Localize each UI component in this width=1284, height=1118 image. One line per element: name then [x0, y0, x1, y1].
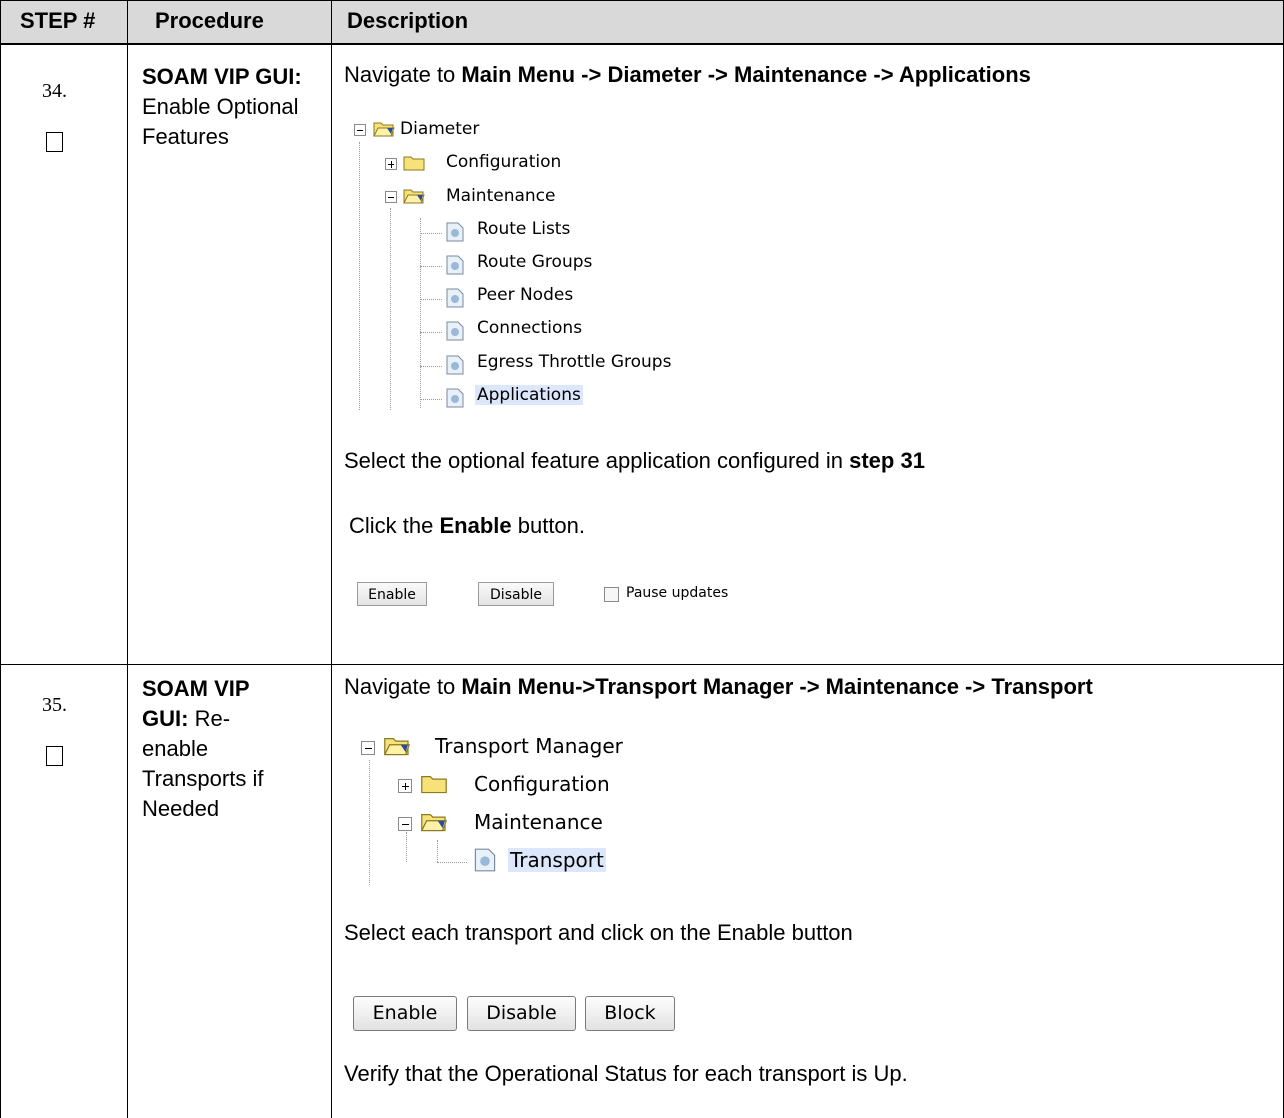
tree-guide — [359, 142, 360, 410]
folder-open-icon — [420, 814, 448, 832]
column-divider-1 — [127, 0, 128, 1118]
procedure-text-2: enable — [142, 736, 209, 761]
disable-button[interactable]: Disable — [467, 996, 576, 1031]
procedure-bold-2: GUI: — [142, 706, 189, 731]
pause-updates-checkbox[interactable] — [604, 587, 619, 602]
select-instruction: Select the optional feature application … — [344, 448, 925, 474]
tree-item-route-lists[interactable]: Route Lists — [477, 219, 570, 239]
tree-node-configuration[interactable]: Configuration — [474, 772, 610, 796]
step-number: 35. — [42, 694, 67, 716]
tree-guide — [420, 218, 421, 408]
pause-updates-label: Pause updates — [626, 585, 729, 601]
tree-node-transport-manager[interactable]: Transport Manager — [435, 734, 623, 758]
procedure-bold: SOAM VIP GUI: — [142, 64, 302, 89]
page-icon — [446, 388, 464, 408]
page-icon — [446, 255, 464, 275]
expand-icon[interactable] — [385, 158, 397, 170]
expand-icon[interactable] — [398, 779, 412, 793]
tree-guide — [420, 233, 442, 234]
page-icon — [446, 288, 464, 308]
click-enable-ref: Enable — [439, 513, 512, 538]
page-icon — [474, 848, 496, 872]
row-divider — [0, 664, 1284, 665]
select-instruction: Select each transport and click on the E… — [344, 920, 853, 945]
click-instruction: Click the Enable button. — [349, 513, 585, 539]
table-border-top — [0, 0, 1284, 1]
enable-button[interactable]: Enable — [353, 996, 457, 1031]
tree-guide — [420, 266, 442, 267]
navigate-prefix: Navigate to — [344, 674, 462, 699]
navigate-path: Main Menu -> Diameter -> Maintenance -> … — [461, 62, 1031, 87]
navigate-prefix: Navigate to — [344, 62, 462, 87]
navigate-instruction: Navigate to Main Menu -> Diameter -> Mai… — [344, 62, 1031, 88]
disable-button[interactable]: Disable — [478, 582, 554, 606]
tree-item-connections[interactable]: Connections — [477, 318, 582, 338]
select-prefix: Select the optional feature application … — [344, 448, 850, 473]
click-suffix: button. — [511, 513, 586, 538]
tree-guide — [406, 832, 407, 862]
procedure-bold: SOAM VIP — [142, 676, 250, 701]
page-icon — [446, 222, 464, 242]
step-checkbox[interactable] — [46, 132, 63, 152]
folder-open-icon — [383, 738, 411, 756]
header-step: STEP # — [20, 8, 96, 33]
header-description: Description — [347, 8, 469, 33]
folder-open-icon — [373, 122, 395, 137]
tree-node-maintenance[interactable]: Maintenance — [446, 186, 555, 206]
folder-closed-icon — [403, 156, 425, 171]
tree-item-applications[interactable]: Applications — [475, 385, 583, 405]
click-prefix: Click the — [349, 513, 440, 538]
select-step-ref: step 31 — [849, 448, 925, 473]
page-icon — [446, 355, 464, 375]
tree-guide — [437, 862, 467, 863]
collapse-icon[interactable] — [361, 741, 375, 755]
column-divider-2 — [331, 0, 332, 1118]
tree-node-diameter[interactable]: Diameter — [400, 119, 479, 139]
tree-item-route-groups[interactable]: Route Groups — [477, 252, 592, 272]
tree-node-maintenance[interactable]: Maintenance — [474, 810, 603, 834]
block-button[interactable]: Block — [585, 996, 675, 1031]
tree-guide — [420, 299, 442, 300]
procedure-text-4: Needed — [142, 796, 220, 821]
step-checkbox[interactable] — [46, 746, 63, 766]
header-divider — [0, 43, 1284, 45]
tree-item-transport[interactable]: Transport — [508, 848, 606, 872]
page-icon — [446, 321, 464, 341]
tree-guide — [420, 332, 442, 333]
table-border-left — [0, 0, 1, 1118]
tree-node-configuration[interactable]: Configuration — [446, 152, 561, 172]
collapse-icon[interactable] — [385, 191, 397, 203]
tree-guide — [420, 399, 442, 400]
folder-open-icon — [403, 189, 425, 204]
navigate-instruction: Navigate to Main Menu->Transport Manager… — [344, 674, 1093, 700]
verify-instruction: Verify that the Operational Status for e… — [344, 1061, 908, 1086]
collapse-icon[interactable] — [354, 124, 366, 136]
enable-button[interactable]: Enable — [357, 582, 427, 606]
tree-item-egress-throttle-groups[interactable]: Egress Throttle Groups — [477, 352, 671, 372]
tree-guide — [369, 760, 370, 885]
step-procedure: SOAM VIP GUI: Re- enable Transports if N… — [142, 674, 322, 824]
procedure-text-1: Re- — [194, 706, 231, 731]
header-procedure: Procedure — [155, 8, 264, 33]
procedure-text: Enable Optional Features — [142, 94, 299, 149]
navigate-path: Main Menu->Transport Manager -> Maintena… — [461, 674, 1093, 699]
tree-guide — [390, 208, 391, 410]
step-procedure: SOAM VIP GUI: Enable Optional Features — [142, 62, 322, 152]
procedure-text-3: Transports if — [142, 766, 264, 791]
collapse-icon[interactable] — [398, 817, 412, 831]
tree-guide — [437, 840, 438, 862]
tree-guide — [420, 366, 442, 367]
tree-item-peer-nodes[interactable]: Peer Nodes — [477, 285, 573, 305]
step-number: 34. — [42, 80, 67, 102]
folder-closed-icon — [421, 776, 447, 794]
